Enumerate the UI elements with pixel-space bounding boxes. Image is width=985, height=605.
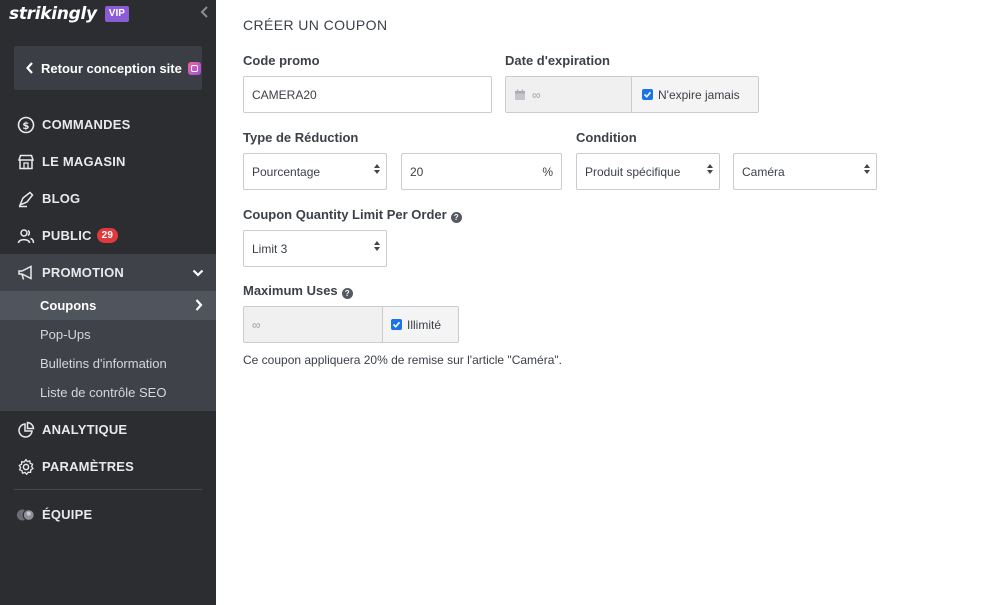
promotion-submenu: Coupons Pop-Ups Bulletins d'information …: [0, 291, 216, 411]
sidebar-item-blog[interactable]: BLOG: [0, 180, 216, 217]
code-promo-value: CAMERA20: [252, 87, 317, 102]
sidebar-item-label: ÉQUIPE: [42, 507, 93, 522]
discount-value: 20: [410, 164, 424, 179]
maximum-uses-label-text: Maximum Uses: [243, 283, 338, 298]
sidebar-item-equipe[interactable]: ÉQUIPE: [0, 496, 216, 533]
sidebar-item-label: PARAMÈTRES: [42, 459, 135, 474]
discount-value-input[interactable]: 20 %: [401, 153, 562, 190]
unlimited-label: Illimité: [407, 317, 442, 332]
calendar-icon: [514, 89, 526, 101]
select-arrows-icon: [374, 241, 380, 251]
gear-icon: [16, 457, 36, 477]
expiry-date-value: ∞: [532, 87, 541, 102]
collapse-sidebar-icon[interactable]: [200, 5, 212, 21]
condition-type-value: Produit spécifique: [585, 164, 681, 179]
sidebar-divider: [14, 489, 202, 490]
never-expires-label: N'expire jamais: [658, 87, 740, 102]
site-editor-icon: [187, 61, 201, 75]
sidebar-subitem-coupons[interactable]: Coupons: [0, 291, 216, 320]
users-icon: [16, 226, 36, 246]
checkbox-checked-icon: [642, 89, 653, 100]
checkbox-checked-icon: [391, 319, 402, 330]
megaphone-icon: [16, 263, 36, 283]
sidebar-subitem-label: Liste de contrôle SEO: [40, 385, 167, 400]
unlimited-checkbox[interactable]: Illimité: [382, 306, 459, 343]
pen-nib-icon: [16, 189, 36, 209]
main-content: CRÉER UN COUPON Code promo CAMERA20 Date…: [216, 0, 985, 605]
sidebar-item-commandes[interactable]: $ COMMANDES: [0, 106, 216, 143]
quantity-limit-select[interactable]: Limit 3: [243, 230, 387, 267]
help-icon[interactable]: ?: [341, 288, 353, 299]
strikingly-logo: strikingly: [9, 4, 97, 24]
vip-badge: VIP: [104, 6, 129, 22]
notification-badge: 29: [96, 228, 119, 243]
discount-type-label: Type de Réduction: [243, 130, 359, 145]
code-promo-label: Code promo: [243, 53, 320, 68]
chevron-left-icon: [26, 62, 34, 74]
sidebar-nav: $ COMMANDES LE MAGASIN BLOG PUBLIC 29 PR…: [0, 106, 216, 533]
condition-label: Condition: [576, 130, 637, 145]
dollar-circle-icon: $: [16, 115, 36, 135]
expiry-date-input: ∞: [505, 76, 632, 113]
sidebar-item-label: COMMANDES: [42, 117, 131, 132]
brand: strikingly VIP: [9, 3, 129, 25]
maximum-uses-label: Maximum Uses?: [243, 283, 353, 299]
quantity-limit-label: Coupon Quantity Limit Per Order?: [243, 207, 462, 223]
sidebar-item-label: BLOG: [42, 191, 81, 206]
sidebar-subitem-seo-checklist[interactable]: Liste de contrôle SEO: [0, 378, 216, 407]
pie-chart-icon: [16, 420, 36, 440]
discount-type-value: Pourcentage: [252, 164, 321, 179]
sidebar-item-public[interactable]: PUBLIC 29: [0, 217, 216, 254]
discount-type-select[interactable]: Pourcentage: [243, 153, 387, 190]
percent-suffix: %: [542, 165, 553, 179]
chevron-down-icon: [192, 265, 204, 280]
quantity-limit-value: Limit 3: [252, 241, 288, 256]
page-title: CRÉER UN COUPON: [243, 17, 388, 33]
expiry-date-label: Date d'expiration: [505, 53, 610, 68]
select-arrows-icon: [374, 164, 380, 174]
team-avatars-icon: [16, 505, 36, 525]
sidebar-subitem-label: Pop-Ups: [40, 327, 91, 342]
sidebar-item-label: LE MAGASIN: [42, 154, 126, 169]
never-expires-checkbox[interactable]: N'expire jamais: [631, 76, 759, 113]
coupon-summary-text: Ce coupon appliquera 20% de remise sur l…: [243, 353, 562, 367]
back-button-label: Retour conception site: [41, 60, 182, 76]
chevron-right-icon: [195, 299, 203, 314]
condition-product-value: Caméra: [742, 164, 785, 179]
code-promo-input[interactable]: CAMERA20: [243, 76, 492, 113]
sidebar-item-analytique[interactable]: ANALYTIQUE: [0, 411, 216, 448]
back-to-site-design-button[interactable]: Retour conception site: [14, 46, 202, 90]
select-arrows-icon: [864, 164, 870, 174]
sidebar-subitem-newsletters[interactable]: Bulletins d'information: [0, 349, 216, 378]
sidebar-subitem-popups[interactable]: Pop-Ups: [0, 320, 216, 349]
quantity-limit-label-text: Coupon Quantity Limit Per Order: [243, 207, 447, 222]
sidebar-item-promotion[interactable]: PROMOTION: [0, 254, 216, 291]
sidebar-subitem-label: Bulletins d'information: [40, 356, 167, 371]
maximum-uses-input: ∞: [243, 306, 383, 343]
sidebar-item-label: PROMOTION: [42, 265, 124, 280]
sidebar: strikingly VIP Retour conception site $ …: [0, 0, 216, 605]
sidebar-item-label: PUBLIC: [42, 228, 92, 243]
select-arrows-icon: [707, 164, 713, 174]
sidebar-item-parametres[interactable]: PARAMÈTRES: [0, 448, 216, 485]
sidebar-item-label: ANALYTIQUE: [42, 422, 128, 437]
help-icon[interactable]: ?: [450, 212, 462, 223]
sidebar-item-le-magasin[interactable]: LE MAGASIN: [0, 143, 216, 180]
maximum-uses-value: ∞: [252, 317, 261, 332]
condition-product-select[interactable]: Caméra: [733, 153, 877, 190]
sidebar-subitem-label: Coupons: [40, 298, 97, 313]
condition-type-select[interactable]: Produit spécifique: [576, 153, 720, 190]
svg-text:$: $: [22, 121, 29, 132]
store-icon: [16, 152, 36, 172]
